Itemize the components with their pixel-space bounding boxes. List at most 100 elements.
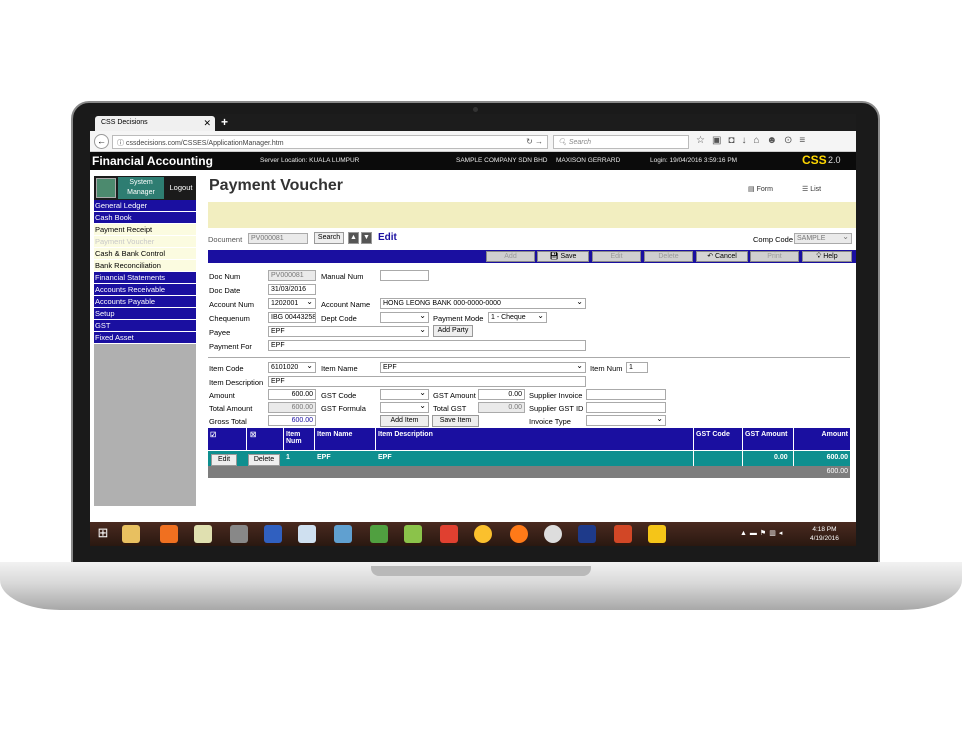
android-icon[interactable]: [370, 525, 388, 543]
form-link-label: Form: [756, 186, 773, 193]
network-icon[interactable]: [264, 525, 282, 543]
gst-amount-label: GST Amount: [433, 391, 476, 400]
add-button[interactable]: Add: [486, 251, 535, 262]
photoshop-icon[interactable]: [578, 525, 596, 543]
file-explorer-icon[interactable]: [122, 525, 140, 543]
gst-code-select[interactable]: [380, 389, 429, 400]
total-amount-input[interactable]: 600.00: [268, 402, 316, 413]
next-doc-button[interactable]: ▼: [361, 232, 372, 244]
account-name-select[interactable]: HONG LEONG BANK 000-0000-0000: [380, 298, 586, 309]
sidebar-item-cash-book[interactable]: Cash Book: [94, 212, 196, 224]
notepad-icon[interactable]: [194, 525, 212, 543]
logout-button[interactable]: Logout: [166, 177, 196, 199]
tab-title: CSS Decisions: [101, 119, 148, 126]
start-icon[interactable]: ⊞: [94, 525, 112, 543]
amount-input[interactable]: 600.00: [268, 389, 316, 400]
xampp-icon[interactable]: [160, 525, 178, 543]
sidebar-item-financial-statements[interactable]: Financial Statements: [94, 272, 196, 284]
list-link-label: List: [810, 186, 822, 193]
supplier-invoice-input[interactable]: [586, 389, 666, 400]
sidebar-item-general-ledger[interactable]: General Ledger: [94, 200, 196, 212]
document-input[interactable]: PV000081: [248, 233, 308, 244]
new-tab-button[interactable]: +: [221, 115, 228, 129]
payee-select[interactable]: EPF: [268, 326, 429, 337]
sidebar-item-setup[interactable]: Setup: [94, 308, 196, 320]
mac-icon[interactable]: [544, 525, 562, 543]
sidebar-item-payment-voucher[interactable]: Payment Voucher: [94, 236, 196, 248]
sidebar-item-accounts-receivable[interactable]: Accounts Receivable: [94, 284, 196, 296]
edit-button[interactable]: Edit: [592, 251, 641, 262]
gst-amount-input[interactable]: 0.00: [478, 389, 525, 400]
row-delete-button[interactable]: Delete: [248, 454, 280, 466]
print-button[interactable]: Print: [750, 251, 799, 262]
sidebar-item-cash-bank-control[interactable]: Cash & Bank Control: [94, 248, 196, 260]
payment-for-input[interactable]: EPF: [268, 340, 586, 351]
system-tray-icons[interactable]: ▲▬⚑▥◂: [740, 529, 785, 537]
browser-search-input[interactable]: 🔍︎ Search: [553, 135, 689, 149]
system-manager-button[interactable]: System Manager: [118, 177, 164, 199]
cancel-button[interactable]: ↶ Cancel: [696, 251, 748, 262]
sidebar-item-payment-receipt[interactable]: Payment Receipt: [94, 224, 196, 236]
sidebar-item-gst[interactable]: GST: [94, 320, 196, 332]
prev-doc-button[interactable]: ▲: [348, 232, 359, 244]
add-party-button[interactable]: Add Party: [433, 325, 473, 337]
sidebar-item-accounts-payable[interactable]: Accounts Payable: [94, 296, 196, 308]
back-button[interactable]: ←: [94, 134, 109, 149]
doc-num-input[interactable]: PV000081: [268, 270, 316, 281]
dept-code-select[interactable]: [380, 312, 429, 323]
firefox-icon[interactable]: [510, 525, 528, 543]
search-placeholder: Search: [568, 139, 592, 146]
help-button[interactable]: 💡︎ Help: [802, 251, 852, 262]
list-link[interactable]: ☰ List: [802, 185, 821, 193]
gross-total-input[interactable]: 600.00: [268, 415, 316, 426]
table-row: Edit Delete 1 EPF EPF 0.00 600.00: [208, 450, 850, 466]
sidebar-item-bank-reconciliation[interactable]: Bank Reconciliation: [94, 260, 196, 272]
item-desc-input[interactable]: EPF: [268, 376, 586, 387]
add-item-button[interactable]: Add Item: [380, 415, 429, 427]
row-item-num: 1: [286, 454, 290, 461]
total-gst-input[interactable]: 0.00: [478, 402, 525, 413]
media-icon[interactable]: [440, 525, 458, 543]
supplier-gst-input[interactable]: [586, 402, 666, 413]
gst-code-label: GST Code: [321, 391, 357, 400]
address-bar[interactable]: ⓘ cssdecisions.com/CSSES/ApplicationMana…: [112, 135, 548, 149]
delete-button[interactable]: Delete: [644, 251, 693, 262]
save-button[interactable]: 💾︎ Save: [537, 251, 589, 262]
document-search-button[interactable]: Search: [314, 232, 344, 244]
editor-icon[interactable]: [334, 525, 352, 543]
item-num-label: Item Num: [590, 364, 623, 373]
books-icon[interactable]: [404, 525, 422, 543]
item-num-input[interactable]: 1: [626, 362, 648, 373]
doc-date-input[interactable]: 31/03/2016: [268, 284, 316, 295]
reload-icon[interactable]: ↻ →: [526, 137, 543, 146]
item-desc-label: Item Description: [209, 378, 264, 387]
undo-icon: ↶: [707, 253, 715, 260]
item-name-select[interactable]: EPF: [380, 362, 586, 373]
account-name-label: Account Name: [321, 300, 371, 309]
account-num-select[interactable]: 1202001: [268, 298, 316, 309]
save-item-button[interactable]: Save Item: [432, 415, 479, 427]
payment-mode-select[interactable]: 1 - Cheque: [488, 312, 547, 323]
browser-tab[interactable]: CSS Decisions ✕: [95, 116, 215, 131]
sidebar-item-fixed-asset[interactable]: Fixed Asset: [94, 332, 196, 344]
invoice-type-select[interactable]: [586, 415, 666, 426]
form-link[interactable]: ▤ Form: [748, 185, 773, 193]
chequenum-input[interactable]: IBG 00443258: [268, 312, 316, 323]
row-edit-button[interactable]: Edit: [211, 454, 237, 466]
powerpoint-icon[interactable]: [614, 525, 632, 543]
comp-code-select[interactable]: SAMPLE: [794, 233, 852, 244]
tools-icon[interactable]: [230, 525, 248, 543]
close-tab-icon[interactable]: ✕: [203, 118, 211, 129]
manual-num-input[interactable]: [380, 270, 429, 281]
taskbar-clock[interactable]: 4:18 PM 4/19/2016: [810, 525, 839, 543]
chrome-icon[interactable]: [474, 525, 492, 543]
col-separator: [793, 428, 794, 450]
item-code-select[interactable]: 6101020: [268, 362, 316, 373]
document-icon[interactable]: [298, 525, 316, 543]
row-gst-amount: 0.00: [774, 454, 788, 461]
brand-logo: CSS: [802, 153, 827, 167]
url-text: cssdecisions.com/CSSES/ApplicationManage…: [125, 140, 284, 147]
browser-tool-icons[interactable]: ☆▣◘↓⌂☻⊙≡: [696, 135, 812, 146]
gst-formula-select[interactable]: [380, 402, 429, 413]
sticky-notes-icon[interactable]: [648, 525, 666, 543]
